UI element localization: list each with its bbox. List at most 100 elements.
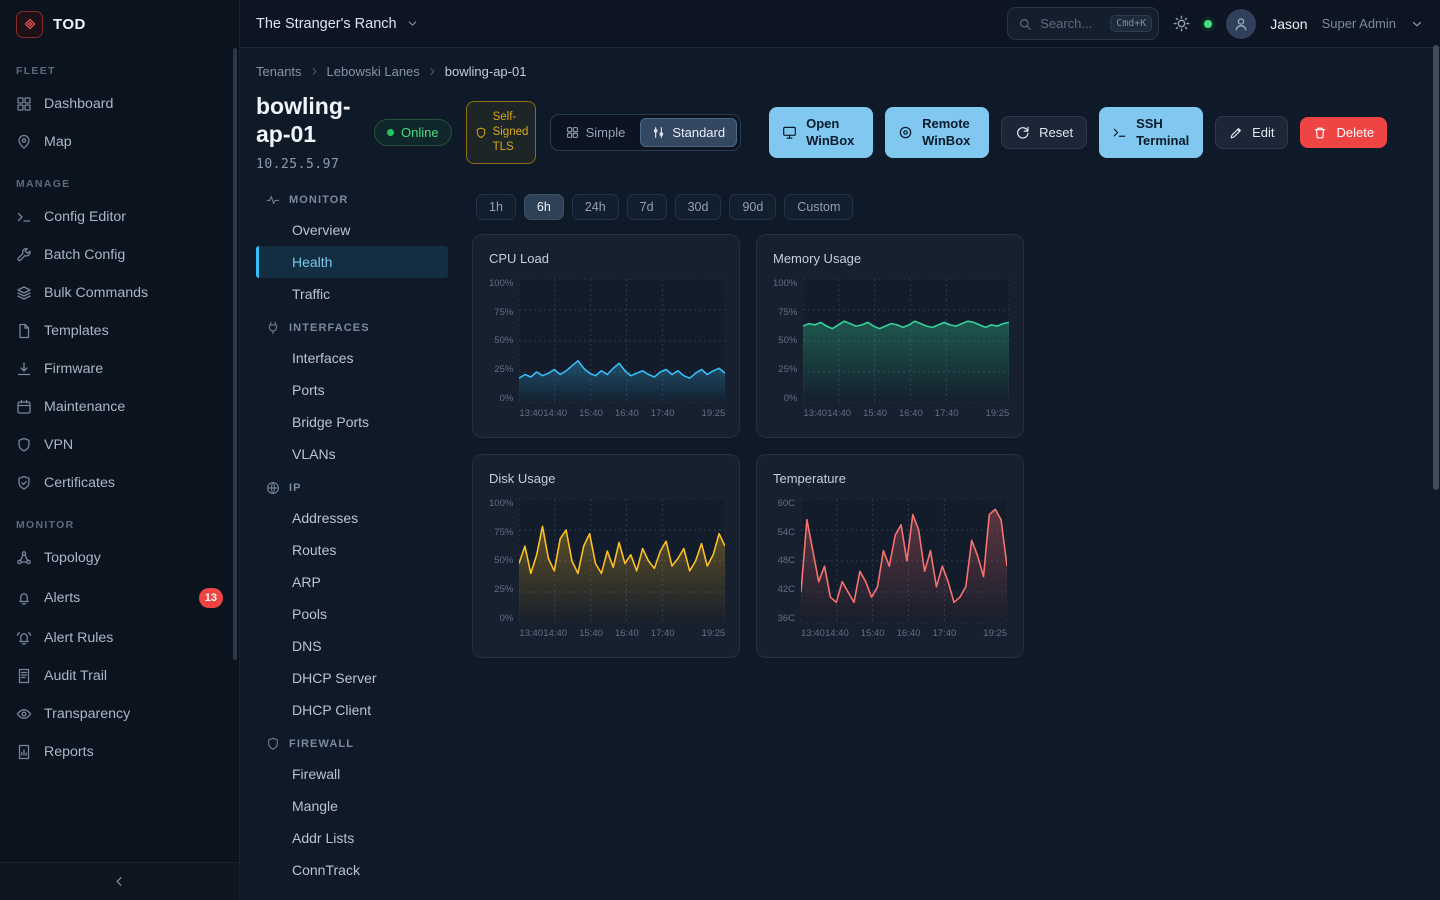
- sidebar-item-maintenance[interactable]: Maintenance: [0, 388, 239, 426]
- tls-label: Self-Signed TLS: [493, 110, 529, 155]
- app-logo[interactable]: TOD: [0, 0, 239, 48]
- subnav-section-firewall: Firewall: [256, 726, 448, 758]
- chart-plot: 13:4014:4015:4016:4017:4019:25: [801, 499, 1007, 641]
- breadcrumb-item-lebowski-lanes[interactable]: Lebowski Lanes: [327, 64, 420, 79]
- time-range-30d[interactable]: 30d: [675, 194, 722, 220]
- eye-icon: [16, 706, 32, 722]
- sliders-icon: [652, 126, 665, 139]
- time-range-90d[interactable]: 90d: [729, 194, 776, 220]
- subnav-item-arp[interactable]: ARP: [256, 566, 448, 598]
- subnav-item-ports[interactable]: Ports: [256, 374, 448, 406]
- sidebar-footer: [0, 862, 239, 900]
- breadcrumb-item-tenants[interactable]: Tenants: [256, 64, 302, 79]
- open-winbox-button[interactable]: Open WinBox: [769, 107, 873, 159]
- y-tick-label: 75%: [494, 528, 513, 538]
- subnav-item-addresses[interactable]: Addresses: [256, 502, 448, 534]
- sidebar-item-dashboard[interactable]: Dashboard: [0, 85, 239, 123]
- time-range-custom[interactable]: Custom: [784, 194, 853, 220]
- sidebar-collapse-button[interactable]: [102, 870, 137, 893]
- calendar-icon: [16, 399, 32, 415]
- delete-button[interactable]: Delete: [1300, 117, 1387, 148]
- subnav-item-bridge-ports[interactable]: Bridge Ports: [256, 406, 448, 438]
- sidebar-item-alerts[interactable]: Alerts13: [0, 577, 239, 619]
- subnav-item-traffic[interactable]: Traffic: [256, 278, 448, 310]
- sidebar-item-certificates[interactable]: Certificates: [0, 464, 239, 502]
- subnav-item-dns[interactable]: DNS: [256, 630, 448, 662]
- sidebar-item-alert-rules[interactable]: Alert Rules: [0, 619, 239, 657]
- globe-icon: [266, 481, 280, 495]
- x-tick-label: 14:40: [827, 408, 851, 419]
- time-range-24h[interactable]: 24h: [572, 194, 619, 220]
- x-tick-label: 16:40: [615, 408, 639, 419]
- dashboard-grid-icon: [16, 96, 32, 112]
- sidebar-item-batch-config[interactable]: Batch Config: [0, 236, 239, 274]
- subnav-item-firewall[interactable]: Firewall: [256, 758, 448, 790]
- subnav-section-ip: IP: [256, 470, 448, 502]
- y-tick-label: 50%: [494, 556, 513, 566]
- theme-toggle-button[interactable]: [1173, 15, 1190, 32]
- sidebar-item-audit-trail[interactable]: Audit Trail: [0, 657, 239, 695]
- avatar[interactable]: [1226, 9, 1256, 39]
- sidebar-item-vpn[interactable]: VPN: [0, 426, 239, 464]
- time-range-7d[interactable]: 7d: [627, 194, 667, 220]
- subnav-item-overview[interactable]: Overview: [256, 214, 448, 246]
- sidebar-item-label: Topology: [44, 550, 101, 566]
- y-tick-label: 0%: [784, 394, 798, 404]
- subnav-item-vlans[interactable]: VLANs: [256, 438, 448, 470]
- tenant-name: The Stranger's Ranch: [256, 16, 397, 32]
- app-name: TOD: [53, 16, 86, 33]
- time-range-1h[interactable]: 1h: [476, 194, 516, 220]
- sidebar-item-label: VPN: [44, 437, 73, 453]
- view-mode-toggle: Simple Standard: [550, 114, 742, 151]
- reset-button[interactable]: Reset: [1001, 116, 1087, 149]
- subnav-item-conntrack[interactable]: ConnTrack: [256, 854, 448, 886]
- x-tick-label: 17:40: [935, 408, 959, 419]
- sidebar-item-label: Audit Trail: [44, 668, 107, 684]
- subnav-item-routes[interactable]: Routes: [256, 534, 448, 566]
- sidebar-section-label-manage: Manage: [0, 161, 239, 198]
- sidebar-item-topology[interactable]: Topology: [0, 539, 239, 577]
- y-tick-label: 25%: [778, 365, 797, 375]
- sidebar-item-templates[interactable]: Templates: [0, 312, 239, 350]
- sidebar-item-map[interactable]: Map: [0, 123, 239, 161]
- chart-x-axis: 13:4014:4015:4016:4017:4019:25: [803, 408, 1009, 421]
- subnav-item-pools[interactable]: Pools: [256, 598, 448, 630]
- remote-winbox-button[interactable]: Remote WinBox: [885, 107, 989, 159]
- sidebar-item-transparency[interactable]: Transparency: [0, 695, 239, 733]
- wrench-icon: [16, 247, 32, 263]
- search-input[interactable]: [1040, 16, 1102, 31]
- sidebar-scrollbar[interactable]: [233, 48, 237, 660]
- tenant-selector[interactable]: The Stranger's Ranch: [256, 16, 419, 32]
- activity-icon: [266, 193, 280, 207]
- time-range-6h[interactable]: 6h: [524, 194, 564, 220]
- edit-button[interactable]: Edit: [1215, 116, 1288, 149]
- x-tick-label: 19:25: [702, 408, 726, 419]
- y-tick-label: 100%: [489, 279, 513, 289]
- sidebar-item-label: Alert Rules: [44, 630, 113, 646]
- subnav-item-dhcp-client[interactable]: DHCP Client: [256, 694, 448, 726]
- chevron-right-icon: [427, 66, 438, 77]
- page-scrollbar[interactable]: [1433, 45, 1439, 490]
- subnav-item-interfaces[interactable]: Interfaces: [256, 342, 448, 374]
- subnav-item-dhcp-server[interactable]: DHCP Server: [256, 662, 448, 694]
- y-tick-label: 50%: [494, 336, 513, 346]
- bell-icon: [16, 590, 32, 606]
- mode-standard-button[interactable]: Standard: [640, 118, 737, 147]
- chevron-down-icon: [406, 17, 419, 30]
- chart-plot: 13:4014:4015:4016:4017:4019:25: [803, 279, 1009, 421]
- sidebar-item-reports[interactable]: Reports: [0, 733, 239, 771]
- sidebar-item-label: Firmware: [44, 361, 103, 377]
- sidebar-item-firmware[interactable]: Firmware: [0, 350, 239, 388]
- x-tick-label: 13:40: [519, 408, 543, 419]
- ssh-terminal-button[interactable]: SSH Terminal: [1099, 107, 1203, 159]
- sidebar-item-config-editor[interactable]: Config Editor: [0, 198, 239, 236]
- subnav-item-mangle[interactable]: Mangle: [256, 790, 448, 822]
- shield-icon: [475, 127, 487, 139]
- subnav-item-health[interactable]: Health: [256, 246, 448, 278]
- sidebar-item-bulk-commands[interactable]: Bulk Commands: [0, 274, 239, 312]
- search-box[interactable]: Cmd+K: [1007, 7, 1159, 40]
- user-menu-chevron-icon[interactable]: [1410, 17, 1424, 31]
- app-logo-icon: [16, 11, 43, 38]
- subnav-item-addr-lists[interactable]: Addr Lists: [256, 822, 448, 854]
- mode-simple-button[interactable]: Simple: [554, 118, 638, 147]
